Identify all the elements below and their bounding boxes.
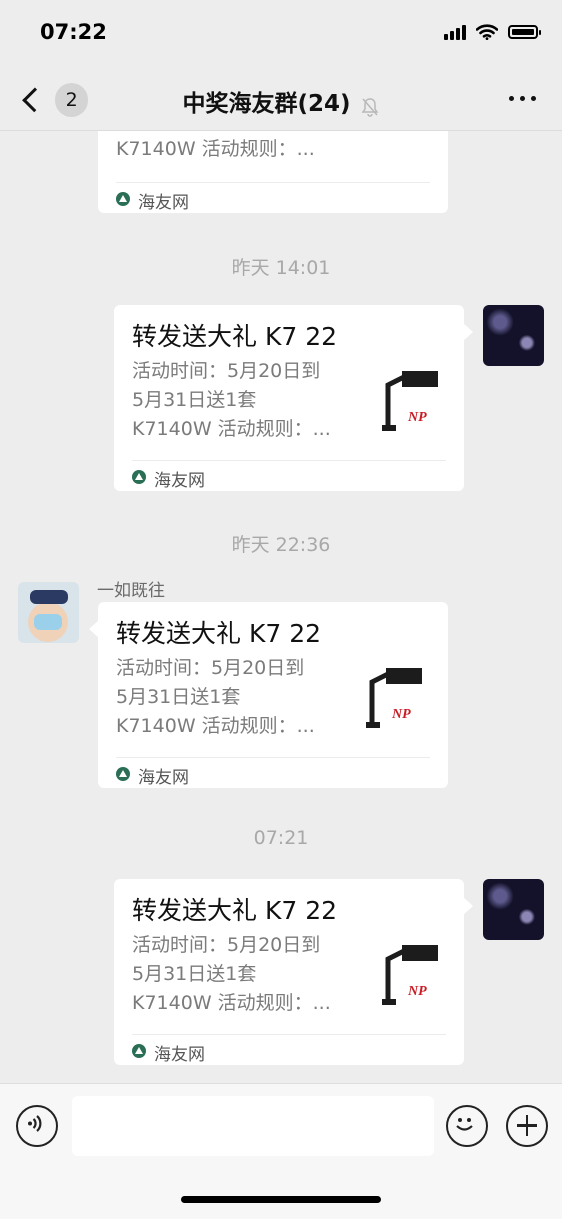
card-footer: 海友网	[116, 182, 430, 213]
source-logo-icon	[132, 470, 146, 484]
source-logo-icon	[132, 1044, 146, 1058]
voice-input-button[interactable]	[16, 1105, 58, 1147]
card-desc-line: K7140W 活动规则：...	[132, 418, 331, 440]
card-desc-line: 活动时间：5月20日到	[132, 934, 321, 956]
nav-bar: 2 中奖海友群(24)	[0, 70, 562, 131]
card-title: 转发送大礼 K7 22	[132, 896, 338, 925]
card-desc-line: 活动时间：5月20日到	[132, 360, 321, 382]
source-logo-icon	[116, 192, 130, 206]
timestamp: 07:21	[253, 827, 309, 849]
avatar-self[interactable]	[483, 305, 544, 366]
product-thumbnail: NP	[366, 668, 422, 728]
svg-text:NP: NP	[407, 410, 427, 425]
product-thumbnail: NP	[360, 131, 430, 161]
timestamp: 昨天 22:36	[231, 534, 331, 556]
card-title: 转发送大礼 K7 22	[116, 619, 322, 648]
source-logo-icon	[116, 767, 130, 781]
message-card[interactable]: 转发送大礼 K7 22 活动时间：5月20日到 5月31日送1套 K7140W …	[114, 879, 473, 1065]
card-desc-line: K7140W 活动规则：...	[116, 715, 315, 737]
source-name: 海友网	[154, 471, 205, 491]
card-desc-line: K7140W 活动规则：...	[116, 138, 315, 160]
mute-bell-icon	[361, 97, 378, 117]
timestamp: 昨天 14:01	[231, 257, 331, 279]
card-desc-line: 5月31日送1套	[132, 389, 257, 411]
nav-title-wrap: 中奖海友群(24)	[0, 84, 562, 118]
battery-icon	[508, 25, 541, 39]
status-time: 07:22	[40, 20, 107, 44]
message-input[interactable]	[72, 1096, 434, 1156]
card-footer: 海友网	[132, 1034, 446, 1065]
svg-text:NP: NP	[407, 984, 427, 999]
card-desc-line: K7140W 活动规则：...	[132, 992, 331, 1014]
avatar-user[interactable]	[18, 582, 79, 643]
card-footer: 海友网	[116, 757, 430, 788]
sender-name: 一如既往	[97, 581, 165, 601]
product-thumbnail: NP	[382, 371, 438, 431]
avatar-self[interactable]	[483, 879, 544, 940]
source-name: 海友网	[154, 1045, 205, 1065]
status-bar: 07:22	[0, 0, 562, 70]
card-desc-line: 活动时间：5月20日到	[116, 657, 305, 679]
cellular-signal-icon	[444, 24, 466, 40]
emoji-button[interactable]	[446, 1105, 488, 1147]
message-card[interactable]: 转发送大礼 K7 22 活动时间：5月20日到 5月31日送1套 K7140W …	[89, 602, 448, 788]
smiley-icon	[456, 1118, 473, 1131]
card-footer: 海友网	[132, 460, 446, 491]
card-desc: 活动时间：5月20日到 5月31日送1套 K7140W 活动规则：...	[132, 931, 352, 1018]
child-avatar-image	[18, 582, 79, 643]
chat-area[interactable]: K7140W 活动规则：... NP 海友网 昨天 14:01 转发送大礼 K7…	[0, 131, 562, 1083]
message-card-partial[interactable]: K7140W 活动规则：... NP 海友网	[98, 131, 448, 213]
card-desc-line: 5月31日送1套	[116, 686, 241, 708]
card-desc: 活动时间：5月20日到 5月31日送1套 K7140W 活动规则：...	[132, 357, 352, 444]
home-indicator	[181, 1196, 381, 1203]
svg-text:NP: NP	[391, 707, 411, 722]
page-title: 中奖海友群(24)	[182, 91, 351, 117]
more-functions-button[interactable]	[506, 1105, 548, 1147]
voice-icon	[28, 1115, 42, 1132]
more-options-button[interactable]	[509, 96, 536, 101]
card-desc: K7140W 活动规则：...	[116, 135, 336, 164]
wifi-icon	[476, 24, 498, 40]
status-icons	[444, 24, 541, 40]
card-desc: 活动时间：5月20日到 5月31日送1套 K7140W 活动规则：...	[116, 654, 336, 741]
card-title: 转发送大礼 K7 22	[132, 322, 338, 351]
source-name: 海友网	[138, 768, 189, 788]
source-name: 海友网	[138, 193, 189, 213]
product-thumbnail: NP	[382, 945, 438, 1005]
message-card[interactable]: 转发送大礼 K7 22 活动时间：5月20日到 5月31日送1套 K7140W …	[114, 305, 473, 491]
card-desc-line: 5月31日送1套	[132, 963, 257, 985]
